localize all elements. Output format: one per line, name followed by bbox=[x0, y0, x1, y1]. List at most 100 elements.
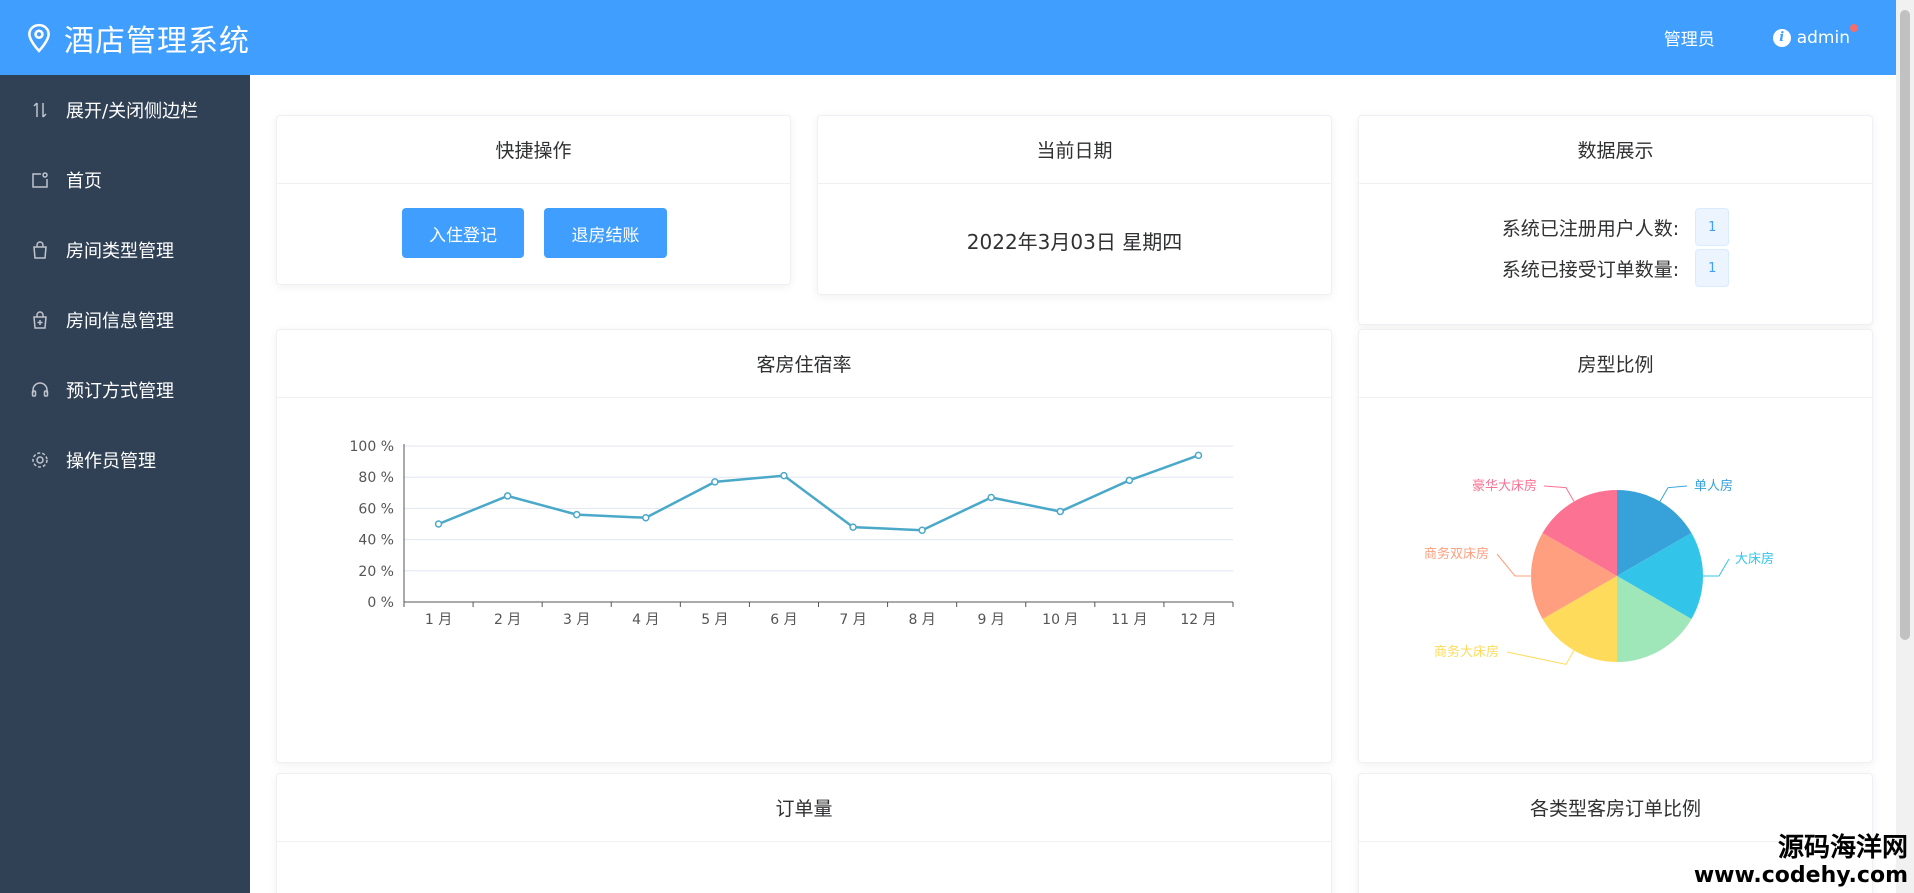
data-point bbox=[1125, 476, 1134, 485]
stat-users: 系统已注册用户人数: 1 bbox=[1359, 208, 1872, 246]
card-title: 客房住宿率 bbox=[277, 330, 1331, 398]
scrollbar-thumb[interactable] bbox=[1900, 10, 1910, 640]
data-point bbox=[572, 510, 581, 519]
data-point bbox=[711, 478, 719, 486]
checkout-button[interactable]: 退房结账 bbox=[544, 208, 667, 258]
date-card: 当前日期 2022年3月03日 星期四 bbox=[817, 115, 1332, 295]
card-title: 当前日期 bbox=[818, 116, 1331, 184]
pie-label-line bbox=[1659, 485, 1688, 502]
occupancy-chart-card: 客房住宿率 0 % 20 % 40 % 60 % 80 % 100 % 1 月 2 月 3 月 4… bbox=[276, 329, 1332, 763]
sidebar-item-label: 预订方式管理 bbox=[66, 381, 174, 402]
x-tick-label: 9 月 bbox=[978, 612, 1005, 628]
y-tick-label: 100 % bbox=[350, 439, 394, 455]
sidebar-item-room-type[interactable]: 房间类型管理 bbox=[0, 215, 250, 285]
data-point bbox=[987, 493, 995, 502]
role-label[interactable]: 管理员 bbox=[1664, 25, 1715, 50]
x-tick-label: 11 月 bbox=[1111, 612, 1147, 628]
x-tick-label: 5 月 bbox=[701, 612, 728, 628]
header-right: 管理员 i admin bbox=[1664, 23, 1858, 50]
stats-card: 数据展示 系统已注册用户人数: 1 系统已接受订单数量: 1 bbox=[1358, 115, 1873, 325]
card-title: 各类型客房订单比例 bbox=[1359, 774, 1872, 842]
watermark-line1: 源码海洋网 bbox=[1777, 833, 1908, 863]
checkin-button[interactable]: 入住登记 bbox=[402, 208, 524, 258]
card-title: 快捷操作 bbox=[277, 116, 790, 184]
sidebar-item-booking[interactable]: 预订方式管理 bbox=[0, 355, 250, 425]
roomtype-pie-chart: 单人房大床房商务大床房 商务双床房 豪华大床房 bbox=[1424, 478, 1774, 665]
stat-label: 系统已注册用户人数: bbox=[1501, 217, 1680, 240]
data-point bbox=[1056, 507, 1065, 516]
x-tick-label: 10 月 bbox=[1042, 612, 1078, 628]
stat-label: 系统已接受订单数量: bbox=[1501, 258, 1680, 281]
roomtype-chart-card: 房型比例 单人房大床房商务大床房 商务双床房 豪华大床房 bbox=[1358, 329, 1873, 763]
user-menu[interactable]: i admin bbox=[1772, 23, 1858, 48]
username: admin bbox=[1796, 27, 1850, 48]
watermark: 源码海洋网 www.codehy.com bbox=[1694, 833, 1908, 889]
stat-value: 1 bbox=[1695, 208, 1730, 246]
x-tick-label: 7 月 bbox=[839, 612, 866, 628]
settings-icon bbox=[32, 452, 48, 468]
current-date: 2022年3月03日 星期四 bbox=[966, 230, 1183, 254]
data-point bbox=[918, 526, 926, 534]
x-tick-label: 12 月 bbox=[1180, 612, 1216, 628]
y-tick-label: 40 % bbox=[358, 533, 394, 549]
pie-label-line bbox=[1496, 553, 1531, 577]
home-icon bbox=[32, 172, 48, 188]
y-tick-label: 60 % bbox=[358, 501, 394, 517]
pie-label: 单人房 bbox=[1694, 478, 1733, 494]
quick-actions-card: 快捷操作 入住登记 退房结账 bbox=[276, 115, 791, 285]
x-tick-label: 4 月 bbox=[632, 612, 659, 628]
sidebar-item-label: 房间信息管理 bbox=[66, 311, 174, 332]
app-logo[interactable]: 酒店管理系统 bbox=[26, 16, 250, 60]
pie-label-line bbox=[1543, 485, 1575, 502]
series-line bbox=[438, 454, 1199, 532]
data-point bbox=[1194, 451, 1203, 460]
app-title: 酒店管理系统 bbox=[64, 23, 250, 59]
data-point bbox=[642, 514, 650, 522]
sidebar-item-operator[interactable]: 操作员管理 bbox=[0, 425, 250, 495]
orders-chart-card: 订单量 bbox=[276, 773, 1332, 893]
pie-label: 大床房 bbox=[1735, 551, 1774, 567]
pie-label-line bbox=[1703, 558, 1730, 577]
card-title: 房型比例 bbox=[1359, 330, 1872, 398]
sort-icon bbox=[33, 102, 47, 118]
x-tick-label: 6 月 bbox=[770, 612, 797, 628]
x-tick-label: 8 月 bbox=[908, 612, 935, 628]
pie-label-line bbox=[1506, 650, 1575, 665]
location-pin-icon bbox=[28, 23, 50, 53]
sidebar: 展开/关闭侧边栏 首页 房间类型管理 房间信息管理 预订方式管理 操作员管理 bbox=[0, 75, 250, 893]
data-point bbox=[434, 520, 443, 528]
x-tick-label: 1 月 bbox=[425, 612, 452, 628]
pie-label: 豪华大床房 bbox=[1472, 478, 1537, 494]
sidebar-item-label: 操作员管理 bbox=[66, 451, 156, 472]
sidebar-item-toggle[interactable]: 展开/关闭侧边栏 bbox=[0, 75, 250, 145]
pie-label: 商务双床房 bbox=[1424, 546, 1489, 562]
bag-add-icon bbox=[33, 311, 47, 329]
page-scrollbar[interactable] bbox=[1896, 0, 1914, 893]
data-point bbox=[780, 471, 788, 480]
top-header: 酒店管理系统 管理员 i admin bbox=[0, 0, 1896, 75]
sidebar-item-label: 首页 bbox=[66, 171, 102, 192]
main-content: 快捷操作 入住登记 退房结账 当前日期 2022年3月03日 星期四 数据展示 … bbox=[250, 75, 1896, 893]
stat-orders: 系统已接受订单数量: 1 bbox=[1359, 249, 1872, 287]
sidebar-item-home[interactable]: 首页 bbox=[0, 145, 250, 215]
data-point bbox=[503, 492, 512, 500]
y-tick-label: 0 % bbox=[367, 595, 394, 611]
x-tick-label: 3 月 bbox=[563, 612, 590, 628]
info-icon: i bbox=[1772, 28, 1791, 47]
occupancy-line-chart: 0 % 20 % 40 % 60 % 80 % 100 % 1 月 2 月 3 月 4 月 5 月 6… bbox=[350, 439, 1234, 628]
sidebar-item-label: 展开/关闭侧边栏 bbox=[66, 101, 199, 122]
x-tick-label: 2 月 bbox=[494, 612, 521, 628]
sidebar-item-room-info[interactable]: 房间信息管理 bbox=[0, 285, 250, 355]
card-title: 订单量 bbox=[277, 774, 1331, 842]
sidebar-item-label: 房间类型管理 bbox=[66, 241, 174, 262]
card-title: 数据展示 bbox=[1359, 116, 1872, 184]
notification-dot bbox=[1850, 23, 1858, 32]
bag-icon bbox=[33, 241, 47, 259]
stat-value: 1 bbox=[1695, 249, 1730, 287]
watermark-line2: www.codehy.com bbox=[1693, 863, 1908, 888]
y-tick-label: 80 % bbox=[358, 470, 394, 486]
pie-label: 商务大床房 bbox=[1434, 644, 1499, 660]
headset-icon bbox=[31, 382, 49, 397]
data-point bbox=[849, 523, 857, 531]
y-tick-label: 20 % bbox=[358, 564, 394, 580]
